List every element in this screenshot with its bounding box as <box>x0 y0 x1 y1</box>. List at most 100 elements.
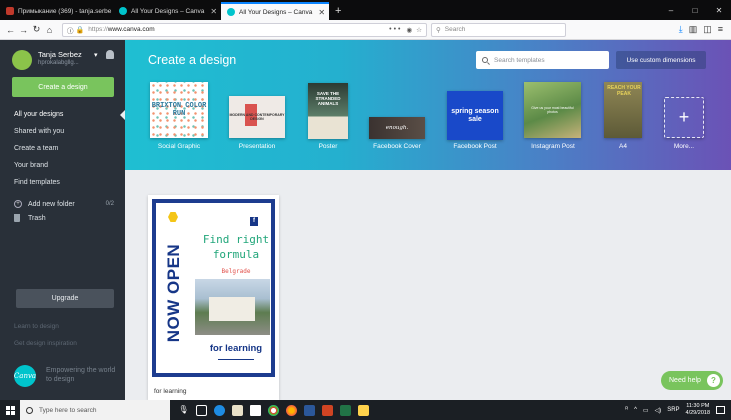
menu-icon[interactable]: ≡ <box>718 24 723 35</box>
more-templates-button[interactable]: + <box>664 97 704 138</box>
browser-tab-active[interactable]: All Your Designs – Canva ✕ <box>221 2 329 20</box>
sidebar-item-find-templates[interactable]: Find templates <box>0 174 125 191</box>
browser-tab[interactable]: All Your Designs – Canva ✕ <box>113 2 221 20</box>
start-button[interactable] <box>0 400 20 420</box>
browser-tab-strip: Примыкание (369) - tanja.serbe ✕ All You… <box>0 0 731 20</box>
template-poster[interactable]: SAVE THE STRANDED ANIMALS <box>308 83 348 139</box>
tray-chevron-icon[interactable]: ^ <box>634 407 637 413</box>
avatar[interactable] <box>12 50 32 70</box>
close-tab-icon[interactable]: ✕ <box>204 7 217 16</box>
user-menu[interactable]: Tanja Serbez hprokalabgllg... ▾ <box>12 48 122 72</box>
template-a4[interactable]: REACH YOUR PEAK <box>604 82 642 138</box>
sidebar-item-create-team[interactable]: Create a team <box>0 140 125 157</box>
need-help-button[interactable]: Need help ? <box>661 371 723 390</box>
firefox-icon[interactable] <box>286 404 297 416</box>
task-view-icon[interactable] <box>196 404 207 416</box>
page-actions-icon[interactable]: ••• <box>389 26 402 33</box>
template-label[interactable]: Instagram Post <box>531 143 575 150</box>
sidebar-item-label: Your brand <box>14 162 48 169</box>
library-icon[interactable]: ▥ <box>689 24 698 35</box>
volume-icon[interactable]: ◁) <box>655 407 662 414</box>
browser-search-field[interactable]: ⚲ Search <box>431 22 566 37</box>
reload-icon[interactable]: ↻ <box>30 24 43 35</box>
template-label[interactable]: Facebook Cover <box>373 143 421 150</box>
store-icon[interactable] <box>232 404 243 416</box>
template-label[interactable]: A4 <box>619 143 627 150</box>
caret-down-icon[interactable]: ▾ <box>94 51 98 59</box>
poster-tagline-line: formula <box>212 248 260 261</box>
template-facebook-cover[interactable]: enough. <box>369 117 425 139</box>
upgrade-button[interactable]: Upgrade <box>16 289 114 308</box>
back-icon[interactable]: ← <box>4 25 17 35</box>
minimize-icon[interactable]: – <box>659 6 683 15</box>
sidebar-item-your-brand[interactable]: Your brand <box>0 157 125 174</box>
design-inspiration-link[interactable]: Get design inspiration <box>14 340 77 347</box>
template-label[interactable]: Presentation <box>239 143 276 150</box>
template-label[interactable]: More... <box>674 143 694 150</box>
thumb-text: enough. <box>385 125 409 131</box>
design-title[interactable]: for learning <box>154 388 187 395</box>
sidebar: Tanja Serbez hprokalabgllg... ▾ Create a… <box>0 40 126 400</box>
sidebar-toggle-icon[interactable]: ◫ <box>703 24 712 35</box>
home-icon[interactable]: ⌂ <box>43 25 56 35</box>
notifications-icon[interactable] <box>716 406 725 414</box>
search-templates-input[interactable]: Search templates <box>476 51 609 69</box>
taskbar-search[interactable]: Type here to search <box>20 400 170 420</box>
info-icon[interactable]: ⓘ <box>67 25 74 35</box>
question-icon: ? <box>707 374 720 387</box>
close-window-icon[interactable]: ✕ <box>707 6 731 15</box>
clock[interactable]: 11:30 PM 4/29/2018 <box>686 403 710 417</box>
word-icon[interactable] <box>304 404 315 416</box>
new-tab-button[interactable]: + <box>329 2 347 20</box>
design-thumbnail[interactable]: NOW OPEN f Find right formula Belgrade f… <box>148 195 279 381</box>
maximize-icon[interactable]: □ <box>683 6 707 15</box>
language-indicator[interactable]: SRP <box>667 407 679 413</box>
create-design-hero: Create a design Search templates Use cus… <box>125 40 731 170</box>
bookmark-star-icon[interactable]: ☆ <box>416 26 422 34</box>
cortana-icon <box>26 406 33 414</box>
template-label[interactable]: Poster <box>319 143 338 150</box>
template-social-graphic[interactable]: BRIXTON COLOR RUN <box>150 82 208 138</box>
bell-icon[interactable] <box>106 50 114 59</box>
network-icon[interactable]: ▭ <box>643 407 649 414</box>
add-folder-label: Add new folder <box>28 200 75 208</box>
template-instagram-post[interactable]: Give us your most beautiful photos <box>524 82 581 138</box>
download-icon[interactable]: ⤓ <box>679 24 683 35</box>
search-icon <box>482 57 488 63</box>
chrome-icon[interactable] <box>268 404 279 416</box>
edge-icon[interactable] <box>214 404 225 416</box>
tab-title: Примыкание (369) - tanja.serbe <box>18 7 112 15</box>
url-host: www.canva.com <box>107 26 155 33</box>
excel-icon[interactable] <box>340 404 351 416</box>
sidebar-item-shared[interactable]: Shared with you <box>0 123 125 140</box>
template-label[interactable]: Social Graphic <box>158 143 200 150</box>
forward-icon[interactable]: → <box>17 25 30 35</box>
plus-icon: + <box>678 107 690 127</box>
template-facebook-post[interactable]: spring season sale <box>447 91 503 140</box>
microphone-icon[interactable]: 🎙 <box>178 405 189 416</box>
close-tab-icon[interactable]: ✕ <box>312 8 325 17</box>
thumb-text: SAVE THE STRANDED ANIMALS <box>315 91 341 106</box>
learn-to-design-link[interactable]: Learn to design <box>14 323 59 330</box>
template-label[interactable]: Facebook Post <box>453 143 496 150</box>
sidebar-item-trash[interactable]: Trash <box>14 214 46 222</box>
custom-dimensions-button[interactable]: Use custom dimensions <box>616 51 706 69</box>
template-presentation[interactable]: MODERN AND CONTEMPORARY DESIGN <box>229 96 285 138</box>
powerpoint-icon[interactable] <box>322 404 333 416</box>
sidebar-item-all-designs[interactable]: All your designs <box>0 106 126 123</box>
brand-tagline: Empowering the world to design <box>46 367 116 383</box>
poster-footer: for learning <box>209 343 263 354</box>
mail-icon[interactable] <box>250 404 261 416</box>
taskbar-pinned-apps: 🎙 <box>178 404 369 416</box>
people-icon[interactable]: ᴿ <box>625 407 628 413</box>
file-explorer-icon[interactable] <box>358 404 369 416</box>
create-design-button[interactable]: Create a design <box>12 77 114 97</box>
add-folder-button[interactable]: + Add new folder 0/2 <box>14 198 114 210</box>
url-bar[interactable]: ⓘ 🔒 https:// www.canva.com ••• ◉ ☆ <box>62 22 427 37</box>
sidebar-item-label: Find templates <box>14 179 60 186</box>
design-card[interactable]: NOW OPEN f Find right formula Belgrade f… <box>148 195 279 400</box>
pocket-icon[interactable]: ◉ <box>407 26 413 34</box>
browser-tab[interactable]: Примыкание (369) - tanja.serbe ✕ <box>0 2 113 20</box>
building-image <box>209 297 255 321</box>
url-protocol: https:// <box>88 26 108 33</box>
